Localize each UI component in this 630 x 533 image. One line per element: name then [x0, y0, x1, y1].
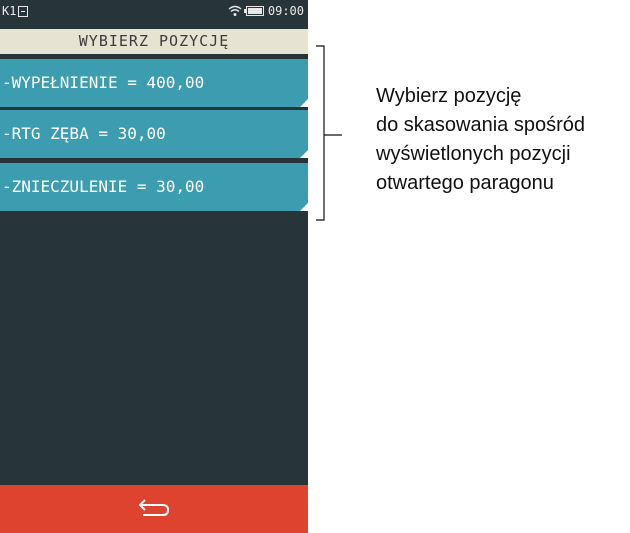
list-item-label: -WYPEŁNIENIE = 400,00	[2, 73, 205, 92]
page-title: WYBIERZ POZYCJĘ	[0, 29, 308, 54]
status-bar: K1 09:00	[0, 0, 308, 23]
status-left: K1	[2, 4, 29, 18]
bracket-connector	[316, 45, 342, 221]
pos-screen: K1 09:00 WYBIERZ POZYCJĘ -WYPEŁNIENIE = …	[0, 0, 308, 533]
annotation-line: wyświetlonych pozycji	[376, 143, 571, 165]
register-label: K1	[2, 4, 17, 18]
wifi-icon	[228, 5, 242, 16]
annotation-text: Wybierz pozycję do skasowania spośród wy…	[376, 82, 630, 198]
list-item-znieczulenie[interactable]: -ZNIECZULENIE = 30,00	[0, 163, 308, 211]
status-time: 09:00	[267, 4, 304, 18]
list-item-label: -RTG ZĘBA = 30,00	[2, 124, 166, 143]
annotation-line: otwartego paragonu	[376, 172, 554, 194]
list-item-rtg-zeba[interactable]: -RTG ZĘBA = 30,00	[0, 110, 308, 158]
annotation-line: do skasowania spośród	[376, 114, 586, 136]
printer-icon	[18, 5, 29, 17]
back-button[interactable]	[0, 485, 308, 533]
list-item-label: -ZNIECZULENIE = 30,00	[2, 177, 205, 196]
corner-indicator-icon	[300, 203, 308, 211]
corner-indicator-icon	[300, 150, 308, 158]
battery-icon	[243, 6, 264, 16]
list-item-wypelnienie[interactable]: -WYPEŁNIENIE = 400,00	[0, 59, 308, 107]
corner-indicator-icon	[300, 99, 308, 107]
annotation-line: Wybierz pozycję	[376, 85, 522, 107]
back-arrow-icon	[138, 499, 170, 516]
status-right: 09:00	[228, 4, 304, 18]
